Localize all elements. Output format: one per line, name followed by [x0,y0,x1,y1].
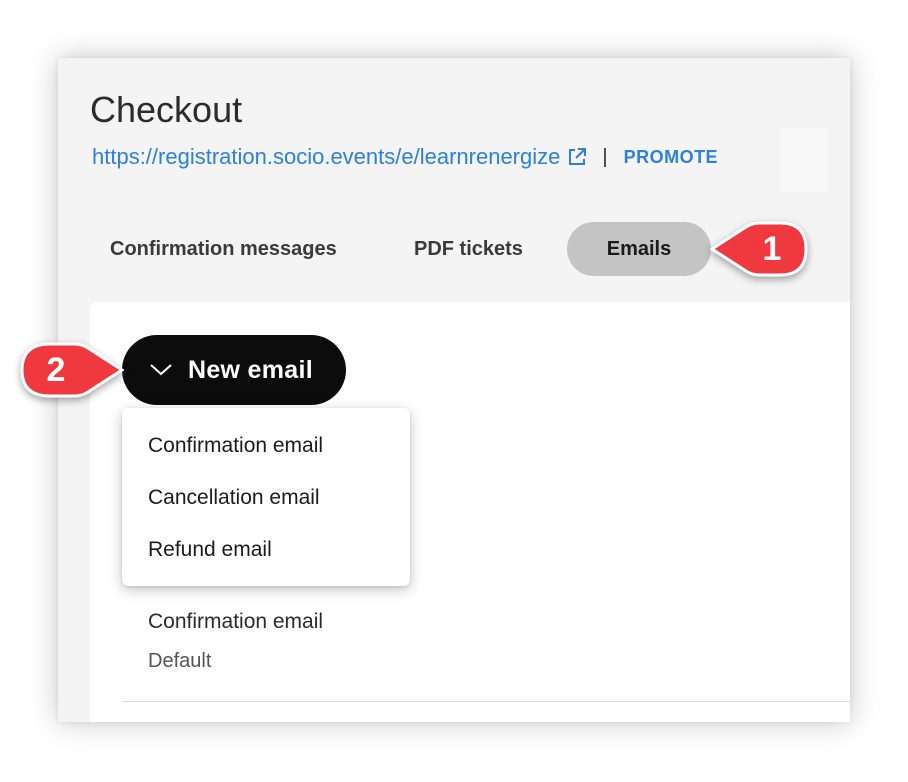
email-item-name[interactable]: Confirmation email [148,610,323,634]
header-spacer [780,128,828,192]
callout-1-number: 1 [762,230,782,268]
menu-item-cancellation-email[interactable]: Cancellation email [122,476,410,528]
menu-item-confirmation-email[interactable]: Confirmation email [122,424,410,476]
tab-confirmation-messages[interactable]: Confirmation messages [110,222,337,276]
callout-2-number: 2 [46,351,66,389]
url-row: https://registration.socio.events/e/lear… [92,142,718,172]
promote-link[interactable]: PROMOTE [624,147,719,168]
menu-item-refund-email[interactable]: Refund email [122,528,410,580]
external-link-icon[interactable] [566,146,588,168]
checkout-panel: Checkout https://registration.socio.even… [58,58,850,722]
tab-emails[interactable]: Emails [567,222,711,276]
list-divider [122,701,850,702]
separator: | [602,145,608,168]
email-item-status: Default [148,650,212,672]
new-email-button[interactable]: New email [122,335,346,405]
page-title: Checkout [90,89,243,130]
new-email-label: New email [188,355,313,384]
callout-1: 1 [709,219,810,279]
new-email-menu: Confirmation email Cancellation email Re… [122,408,410,586]
tab-pdf-tickets[interactable]: PDF tickets [414,222,523,276]
callout-2: 2 [18,340,125,400]
event-url-link[interactable]: https://registration.socio.events/e/lear… [92,144,560,170]
chevron-down-icon [148,360,174,380]
